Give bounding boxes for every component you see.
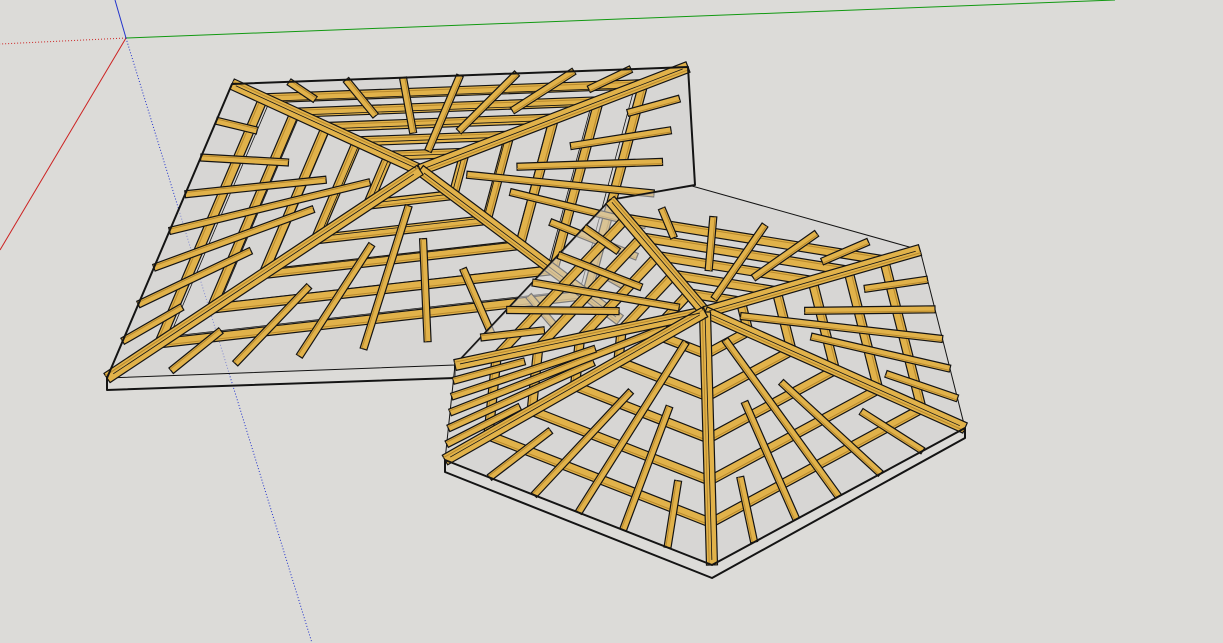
modeling-viewport[interactable] xyxy=(0,0,1223,643)
blue-axis-solid xyxy=(114,0,127,39)
3d-scene[interactable] xyxy=(0,0,1223,643)
roof-framing-model[interactable] xyxy=(103,61,969,579)
red-axis-dotted xyxy=(0,37,127,45)
rafter xyxy=(506,305,620,316)
red-axis-solid xyxy=(0,37,127,251)
green-axis-solid xyxy=(125,0,1116,39)
rafter xyxy=(804,305,936,315)
